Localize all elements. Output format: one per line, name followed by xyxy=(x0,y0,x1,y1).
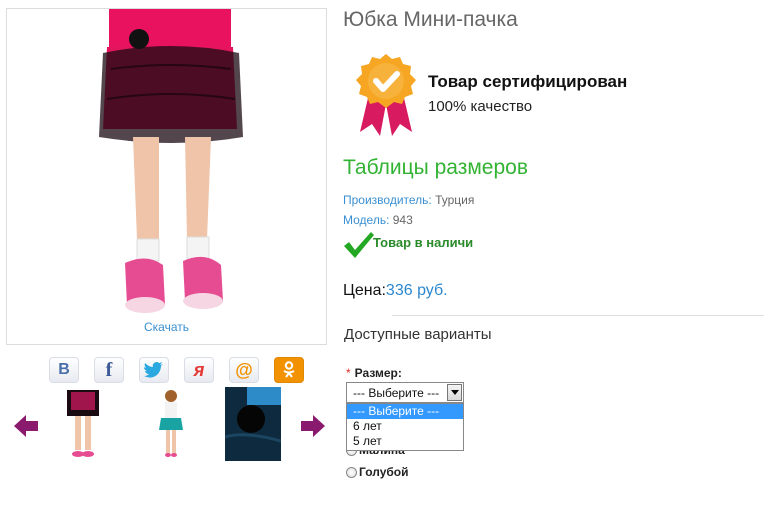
manufacturer-key[interactable]: Производитель: xyxy=(343,193,432,207)
stock-status: Товар в наличи xyxy=(373,235,474,250)
divider xyxy=(392,315,764,316)
options-heading: Доступные варианты xyxy=(344,326,492,343)
twitter-icon xyxy=(144,362,163,378)
price-label: Цена: xyxy=(343,282,386,299)
certificate-title: Товар сертифицирован xyxy=(428,72,628,91)
share-twitter-button[interactable] xyxy=(139,357,169,383)
thumbnail-2[interactable] xyxy=(142,387,200,461)
chevron-down-icon xyxy=(450,390,459,395)
size-select[interactable]: --- Выберите --- xyxy=(346,382,464,403)
certificate-subtitle: 100% качество xyxy=(428,98,533,115)
size-label: * Размер: xyxy=(346,366,402,380)
skirt-photo xyxy=(99,9,243,313)
radio-button[interactable] xyxy=(346,466,357,478)
arrow-left-icon xyxy=(14,415,38,437)
size-dropdown-list: --- Выберите --- 6 лет 5 лет xyxy=(346,403,464,451)
color-option-goluboy[interactable]: Голубой xyxy=(346,465,409,479)
main-product-image[interactable] xyxy=(6,8,327,345)
facebook-icon: f xyxy=(105,358,113,381)
share-bar: B f я @ xyxy=(49,357,304,383)
thumbnail-1[interactable] xyxy=(54,387,112,461)
certificate-badge-icon xyxy=(354,52,418,143)
price: Цена:336 руб. xyxy=(343,282,448,300)
carousel-next-button[interactable] xyxy=(300,414,326,438)
thumbnail-girl-image xyxy=(159,390,183,457)
size-option[interactable]: --- Выберите --- xyxy=(347,404,463,419)
download-link[interactable]: Скачать xyxy=(6,320,327,334)
mailru-icon: @ xyxy=(235,359,253,380)
model-key: Модель: xyxy=(343,213,390,227)
model-line: Модель: 943 xyxy=(343,213,413,227)
model-value: 943 xyxy=(392,213,413,227)
share-odnoklassniki-button[interactable] xyxy=(274,357,304,383)
share-vk-button[interactable]: B xyxy=(49,357,79,383)
vk-icon: B xyxy=(58,361,70,378)
odnoklassniki-icon xyxy=(283,361,295,378)
share-facebook-button[interactable]: f xyxy=(94,357,124,383)
thumbnail-pompom-image xyxy=(224,387,282,461)
arrow-right-icon xyxy=(301,415,325,437)
in-stock-check-icon xyxy=(343,231,375,264)
yaru-icon: я xyxy=(193,359,205,380)
manufacturer-value: Турция xyxy=(435,193,475,207)
share-yaru-button[interactable]: я xyxy=(184,357,214,383)
size-option[interactable]: 6 лет xyxy=(347,419,463,434)
product-title: Юбка Мини-пачка xyxy=(343,8,518,31)
size-tables-link[interactable]: Таблицы размеров xyxy=(343,156,528,180)
color-option-label: Голубой xyxy=(359,465,409,479)
size-option[interactable]: 5 лет xyxy=(347,434,463,449)
size-select-value: --- Выберите --- xyxy=(353,386,440,400)
required-mark: * xyxy=(346,366,351,380)
manufacturer-line: Производитель: Турция xyxy=(343,193,474,207)
thumbnail-3[interactable] xyxy=(224,387,282,461)
size-select-toggle[interactable] xyxy=(447,384,462,401)
share-mailru-button[interactable]: @ xyxy=(229,357,259,383)
carousel-prev-button[interactable] xyxy=(13,414,39,438)
size-label-text: Размер: xyxy=(354,366,402,380)
thumbnail-skirt-image xyxy=(67,390,99,457)
price-value: 336 руб. xyxy=(385,282,448,299)
